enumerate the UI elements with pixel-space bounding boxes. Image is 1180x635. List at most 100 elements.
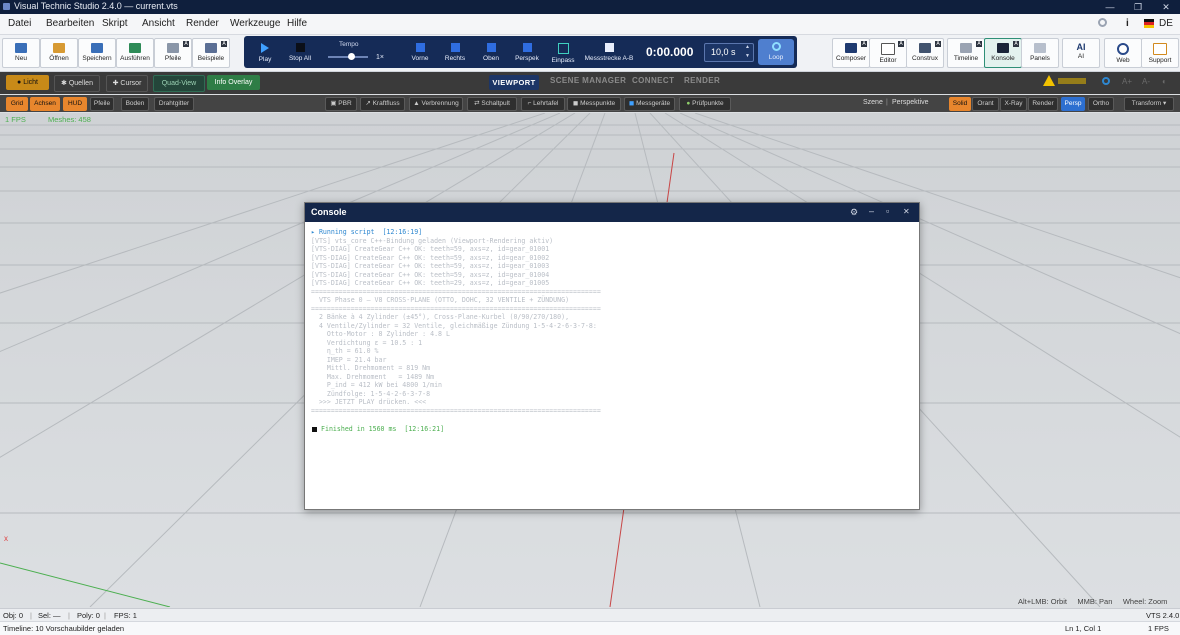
spin-down-icon[interactable]: ▼	[745, 53, 750, 59]
console-settings-icon[interactable]: ⚙	[850, 207, 858, 218]
editor-button[interactable]: Editor A	[869, 38, 907, 68]
console-line: 2 Bänke à 4 Zylinder (±45°), Cross-Plane…	[311, 313, 570, 321]
menu-hilfe[interactable]: Hilfe	[287, 18, 307, 29]
tempo-value: 1×	[376, 54, 384, 61]
pbr-toggle[interactable]: ▣ PBR	[325, 97, 357, 111]
teaching-board-toggle[interactable]: ⌐ Lehrtafel	[521, 97, 565, 111]
cube-front-icon	[415, 43, 425, 52]
light-toggle[interactable]: ● Licht	[6, 75, 49, 90]
mail-icon	[1153, 43, 1167, 55]
loop-button[interactable]: Loop	[758, 39, 794, 65]
cursor-button[interactable]: ✚ Cursor	[106, 75, 148, 92]
console-line: [VTS-DIAG] CreateGear C++ OK: teeth=29, …	[311, 279, 550, 287]
web-button[interactable]: Web	[1104, 38, 1142, 68]
transform-dropdown[interactable]: Transform ▾	[1124, 97, 1174, 111]
control-panel-toggle[interactable]: ⇄ Schaltpult	[467, 97, 517, 111]
view-front-button[interactable]: Vorne	[403, 41, 437, 65]
sources-icon: ✱	[61, 80, 69, 87]
menu-bar: Datei Bearbeiten Skript Ansicht Render W…	[0, 14, 1180, 35]
tab-scene-manager[interactable]: SCENE MANAGER	[550, 76, 626, 85]
axes-toggle[interactable]: Achsen	[30, 97, 60, 111]
grid-toggle[interactable]: Grid	[6, 97, 28, 111]
console-output[interactable]: ▸ Running script [12:16:19] [VTS] vts_co…	[305, 223, 919, 507]
view-top-button[interactable]: Oben	[474, 41, 508, 65]
force-flow-toggle[interactable]: ↗ Kraftfluss	[360, 97, 405, 111]
run-button[interactable]: Ausführen	[116, 38, 154, 68]
window-title: Visual Technic Studio 2.4.0 — current.vt…	[14, 1, 178, 11]
perspective-button[interactable]: Persp	[1061, 97, 1085, 111]
gauges-toggle[interactable]: ◼ Messgeräte	[624, 97, 675, 111]
info-icon[interactable]: i	[1126, 18, 1129, 29]
console-line: VTS Phase 0 — V8 CROSS-PLANE (OTTO, DOHC…	[311, 296, 570, 304]
xray-mode-button[interactable]: X-Ray	[1000, 97, 1027, 111]
duration-input[interactable]: 10,0 s ▲ ▼	[704, 43, 754, 62]
menu-werkzeuge[interactable]: Werkzeuge	[230, 18, 280, 29]
open-button[interactable]: Öffnen	[40, 38, 78, 68]
wireframe-toggle[interactable]: Drahtgitter	[154, 97, 194, 111]
panels-button[interactable]: Panels	[1021, 38, 1059, 68]
arrows-toggle[interactable]: Pfeile	[90, 97, 114, 111]
console-line: [VTS] vts_core C++-Bindung geladen (View…	[311, 236, 554, 245]
ortho-button[interactable]: Ortho	[1088, 97, 1114, 111]
save-button[interactable]: Speichern	[78, 38, 116, 68]
settings-icon[interactable]	[1098, 18, 1107, 27]
search-icon[interactable]	[1102, 77, 1110, 85]
language-selector[interactable]: DE	[1159, 18, 1173, 29]
construx-button[interactable]: Construx A	[906, 38, 944, 68]
play-button[interactable]: Play	[248, 41, 282, 65]
warning-icon[interactable]	[1043, 75, 1055, 86]
orant-mode-button[interactable]: Orant	[972, 97, 999, 111]
tab-render[interactable]: RENDER	[684, 76, 720, 85]
tempo-slider[interactable]	[328, 53, 368, 60]
ground-toggle[interactable]: Boden	[121, 97, 149, 111]
render-mode-button[interactable]: Render	[1028, 97, 1058, 111]
info-overlay-button[interactable]: Info Overlay	[207, 75, 260, 90]
examples-button[interactable]: Beispiele A	[192, 38, 230, 68]
sources-button[interactable]: ✱ Quellen	[54, 75, 100, 92]
minimize-button[interactable]: —	[1096, 0, 1124, 14]
theme-icon[interactable]: ◐	[1162, 77, 1167, 86]
construx-icon	[919, 43, 931, 53]
stop-square-icon	[312, 427, 317, 432]
menu-bearbeiten[interactable]: Bearbeiten	[46, 18, 94, 29]
zoom-out-text-icon[interactable]: A-	[1142, 77, 1150, 86]
menu-datei[interactable]: Datei	[8, 18, 31, 29]
spin-up-icon[interactable]: ▲	[745, 44, 750, 50]
close-window-button[interactable]: ✕	[1152, 0, 1180, 14]
tab-viewport[interactable]: VIEWPORT	[489, 75, 539, 90]
menu-render[interactable]: Render	[186, 18, 219, 29]
console-maximize-button[interactable]: ▫	[886, 206, 889, 216]
quad-view-button[interactable]: Quad-View	[153, 75, 205, 92]
hud-toggle[interactable]: HUD	[63, 97, 87, 111]
zoom-in-text-icon[interactable]: A+	[1122, 77, 1132, 86]
menu-skript[interactable]: Skript	[102, 18, 128, 29]
view-right-button[interactable]: Rechts	[438, 41, 472, 65]
new-button[interactable]: Neu	[2, 38, 40, 68]
support-button[interactable]: Support	[1141, 38, 1179, 68]
points-icon: ◼	[572, 100, 581, 107]
fit-view-button[interactable]: Einpass	[546, 41, 580, 65]
composer-button[interactable]: Composer A	[832, 38, 870, 68]
console-header[interactable]: Console ⚙ – ▫ ✕	[305, 203, 919, 222]
view-perspective-button[interactable]: Perspek	[510, 41, 544, 65]
check-points-toggle[interactable]: ● Prüfpunkte	[679, 97, 731, 111]
console-button[interactable]: Konsole A	[984, 38, 1022, 68]
perspective-label: Perspektive	[892, 99, 929, 106]
timeline-button[interactable]: Timeline A	[947, 38, 985, 68]
measure-points-toggle[interactable]: ◼ Messpunkte	[567, 97, 621, 111]
new-icon	[15, 43, 27, 53]
menu-ansicht[interactable]: Ansicht	[142, 18, 175, 29]
maximize-button[interactable]: ❐	[1124, 0, 1152, 14]
stop-all-button[interactable]: Stop All	[283, 41, 317, 65]
measure-ab-button[interactable]: Messstrecke A-B	[584, 41, 634, 65]
tab-connect[interactable]: CONNECT	[632, 76, 674, 85]
separator: |	[886, 99, 888, 106]
arrows-button[interactable]: Pfeile A	[154, 38, 192, 68]
combustion-toggle[interactable]: ▲ Verbrennung	[409, 97, 463, 111]
solid-mode-button[interactable]: Solid	[949, 97, 971, 111]
ai-button[interactable]: AI AI	[1062, 38, 1100, 68]
console-minimize-button[interactable]: –	[869, 206, 874, 216]
console-close-button[interactable]: ✕	[903, 207, 910, 216]
console-window[interactable]: Console ⚙ – ▫ ✕ ▸ Running script [12:16:…	[304, 202, 920, 510]
tempo-slider-handle[interactable]	[348, 53, 355, 60]
